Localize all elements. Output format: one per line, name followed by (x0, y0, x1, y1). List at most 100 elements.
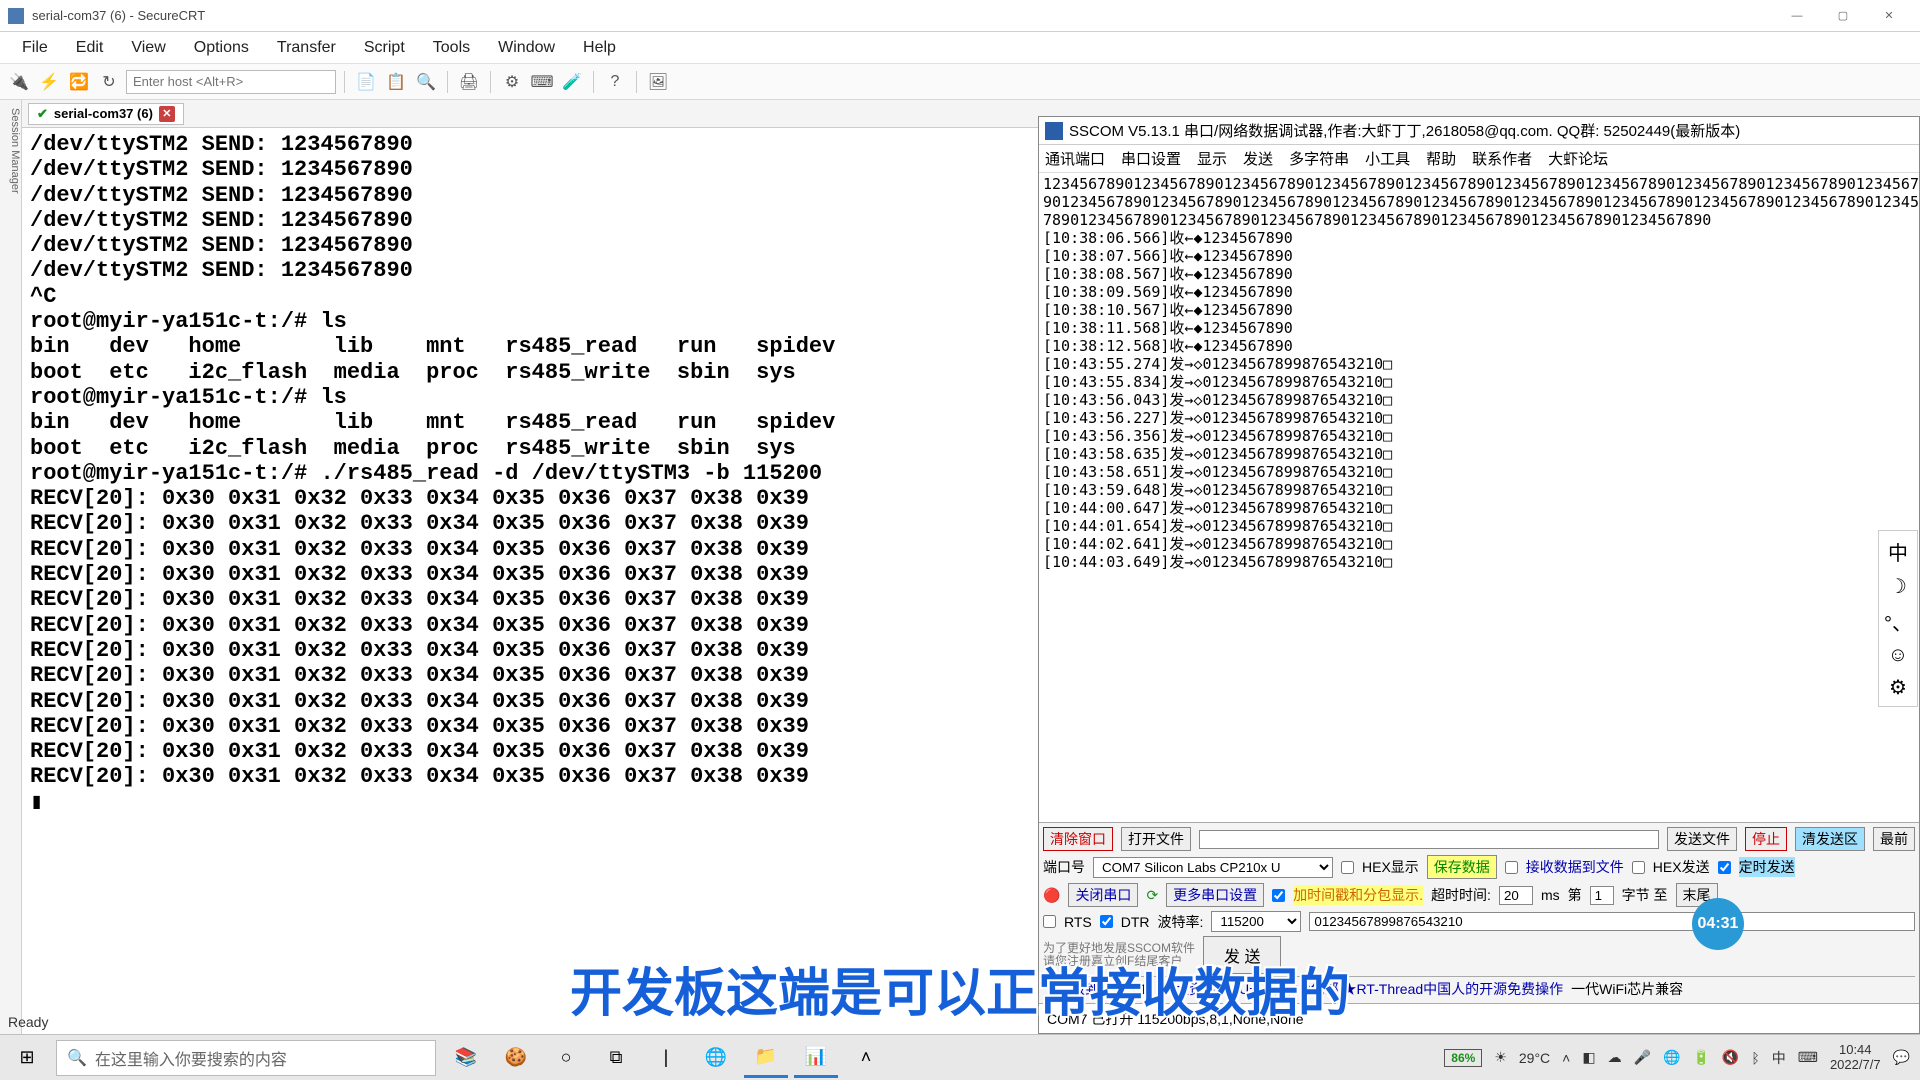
topmost-button[interactable]: 最前 (1873, 827, 1915, 851)
stop-button[interactable]: 停止 (1745, 827, 1787, 851)
volume-icon[interactable]: 🔇 (1722, 1049, 1739, 1066)
record-icon[interactable]: 🔴 (1043, 887, 1060, 904)
microphone-icon[interactable]: 🎤 (1634, 1049, 1651, 1066)
ime-indicator[interactable]: 中 (1772, 1048, 1786, 1068)
tray-chevron-icon[interactable]: ˄ (1562, 1050, 1570, 1066)
clear-window-button[interactable]: 清除窗口 (1043, 827, 1113, 851)
notifications-icon[interactable]: 💬 (1893, 1049, 1910, 1066)
sscom-menu-display[interactable]: 显示 (1197, 148, 1227, 169)
session-manager-tab[interactable]: Session Manager (0, 100, 22, 1054)
file-path-input[interactable] (1199, 830, 1659, 849)
find-icon[interactable]: 🔍 (413, 69, 439, 95)
timed-send-label: 定时发送 (1739, 857, 1795, 877)
clock[interactable]: 10:44 2022/7/7 (1830, 1043, 1881, 1072)
ime-icon[interactable]: 中 (1888, 537, 1908, 566)
sscom-menu-port[interactable]: 通讯端口 (1045, 148, 1105, 169)
clear-send-button[interactable]: 清发送区 (1795, 827, 1865, 851)
chevron-up-icon[interactable]: ˄ (844, 1038, 888, 1078)
sscom-menu-serial[interactable]: 串口设置 (1121, 148, 1181, 169)
recv-to-file-checkbox[interactable] (1505, 861, 1518, 874)
titlebar[interactable]: serial-com37 (6) - SecureCRT — ▢ ✕ (0, 0, 1920, 32)
explorer-icon[interactable]: 📁 (744, 1038, 788, 1078)
host-input[interactable] (126, 70, 336, 94)
timeout-input[interactable] (1499, 886, 1533, 905)
num-input[interactable] (1590, 886, 1614, 905)
sscom-menu-forum[interactable]: 大虾论坛 (1548, 148, 1608, 169)
settings-icon[interactable]: ⚙ (499, 69, 525, 95)
sscom-menu-contact[interactable]: 联系作者 (1472, 148, 1532, 169)
taskbar-search[interactable]: 🔍 在这里输入你要搜索的内容 (56, 1040, 436, 1076)
menu-edit[interactable]: Edit (62, 35, 118, 61)
menu-options[interactable]: Options (180, 35, 263, 61)
separator (593, 71, 594, 93)
keyboard-layout-icon[interactable]: ⌨ (1798, 1049, 1818, 1066)
menu-script[interactable]: Script (350, 35, 419, 61)
sscom-taskbar-icon[interactable]: 📊 (794, 1038, 838, 1078)
paste-icon[interactable]: 📋 (383, 69, 409, 95)
degree-icon[interactable]: °、 (1884, 607, 1912, 636)
sscom-menu-help[interactable]: 帮助 (1426, 148, 1456, 169)
onedrive-icon[interactable]: ☁ (1608, 1049, 1622, 1066)
hex-display-checkbox[interactable] (1341, 861, 1354, 874)
taskbar-app-2[interactable]: 🍪 (494, 1038, 538, 1078)
toolbar: 🔌 ⚡ 🔁 ↻ 📄 📋 🔍 🖨 ⚙ ⌨ 🧪 ? 🖼 (0, 64, 1920, 100)
session-tab[interactable]: ✔ serial-com37 (6) ✕ (28, 103, 184, 125)
moon-icon[interactable]: ☽ (1889, 574, 1907, 599)
quick-connect-icon[interactable]: ⚡ (36, 69, 62, 95)
emoji-icon[interactable]: ☺ (1888, 644, 1908, 667)
sscom-output[interactable]: 1234567890123456789012345678901234567890… (1039, 173, 1919, 822)
connect-icon[interactable]: 🔌 (6, 69, 32, 95)
sscom-menu-tools[interactable]: 小工具 (1365, 148, 1410, 169)
power-icon[interactable]: 🔋 (1692, 1049, 1709, 1066)
more-settings-button[interactable]: 更多串口设置 (1166, 883, 1264, 907)
tray-app-1-icon[interactable]: ◧ (1582, 1049, 1595, 1066)
rts-checkbox[interactable] (1043, 915, 1056, 928)
browser-icon[interactable]: 🌐 (694, 1038, 738, 1078)
taskview-icon[interactable]: ⧉ (594, 1038, 638, 1078)
minimize-button[interactable]: — (1774, 1, 1820, 31)
network-icon[interactable]: 🌐 (1663, 1049, 1680, 1066)
tab-close-icon[interactable]: ✕ (159, 106, 175, 122)
menu-window[interactable]: Window (484, 35, 569, 61)
print-icon[interactable]: 🖨 (456, 69, 482, 95)
keyboard-icon[interactable]: ⌨ (529, 69, 555, 95)
window-title: serial-com37 (6) - SecureCRT (32, 8, 1774, 23)
menu-transfer[interactable]: Transfer (263, 35, 350, 61)
temperature[interactable]: 29°C (1519, 1050, 1550, 1066)
bluetooth-icon[interactable]: ᛒ (1751, 1050, 1759, 1066)
close-button[interactable]: ✕ (1866, 1, 1912, 31)
image-icon[interactable]: 🖼 (645, 69, 671, 95)
filter-icon[interactable]: 🧪 (559, 69, 585, 95)
refresh-icon[interactable]: ⟳ (1146, 887, 1158, 904)
save-data-button[interactable]: 保存数据 (1427, 855, 1497, 879)
sscom-titlebar[interactable]: SSCOM V5.13.1 串口/网络数据调试器,作者:大虾丁丁,2618058… (1039, 117, 1919, 145)
copy-icon[interactable]: 📄 (353, 69, 379, 95)
start-button[interactable]: ⊞ (0, 1035, 54, 1080)
open-file-button[interactable]: 打开文件 (1121, 827, 1191, 851)
reconnect-all-icon[interactable]: ↻ (96, 69, 122, 95)
dtr-checkbox[interactable] (1100, 915, 1113, 928)
menu-tools[interactable]: Tools (419, 35, 484, 61)
maximize-button[interactable]: ▢ (1820, 1, 1866, 31)
sscom-menu-multistr[interactable]: 多字符串 (1289, 148, 1349, 169)
taskbar-app-1[interactable]: 📚 (444, 1038, 488, 1078)
reconnect-icon[interactable]: 🔁 (66, 69, 92, 95)
timestamp-checkbox[interactable] (1272, 889, 1285, 902)
close-port-button[interactable]: 关闭串口 (1068, 883, 1138, 907)
sscom-menu-send[interactable]: 发送 (1243, 148, 1273, 169)
hex-send-checkbox[interactable] (1632, 861, 1645, 874)
port-select[interactable]: COM7 Silicon Labs CP210x U (1093, 857, 1333, 878)
gear-icon[interactable]: ⚙ (1889, 675, 1907, 700)
cortana-icon[interactable]: ○ (544, 1038, 588, 1078)
sscom-window[interactable]: SSCOM V5.13.1 串口/网络数据调试器,作者:大虾丁丁,2618058… (1038, 116, 1920, 1034)
menu-help[interactable]: Help (569, 35, 630, 61)
menu-view[interactable]: View (117, 35, 179, 61)
help-icon[interactable]: ? (602, 69, 628, 95)
send-file-button[interactable]: 发送文件 (1667, 827, 1737, 851)
weather-icon[interactable]: ☀ (1494, 1049, 1507, 1066)
timed-send-checkbox[interactable] (1718, 861, 1731, 874)
send-text-input[interactable] (1309, 912, 1915, 931)
battery-indicator[interactable]: 86% (1444, 1049, 1482, 1067)
menu-file[interactable]: File (8, 35, 62, 61)
baud-select[interactable]: 115200 (1211, 911, 1301, 932)
